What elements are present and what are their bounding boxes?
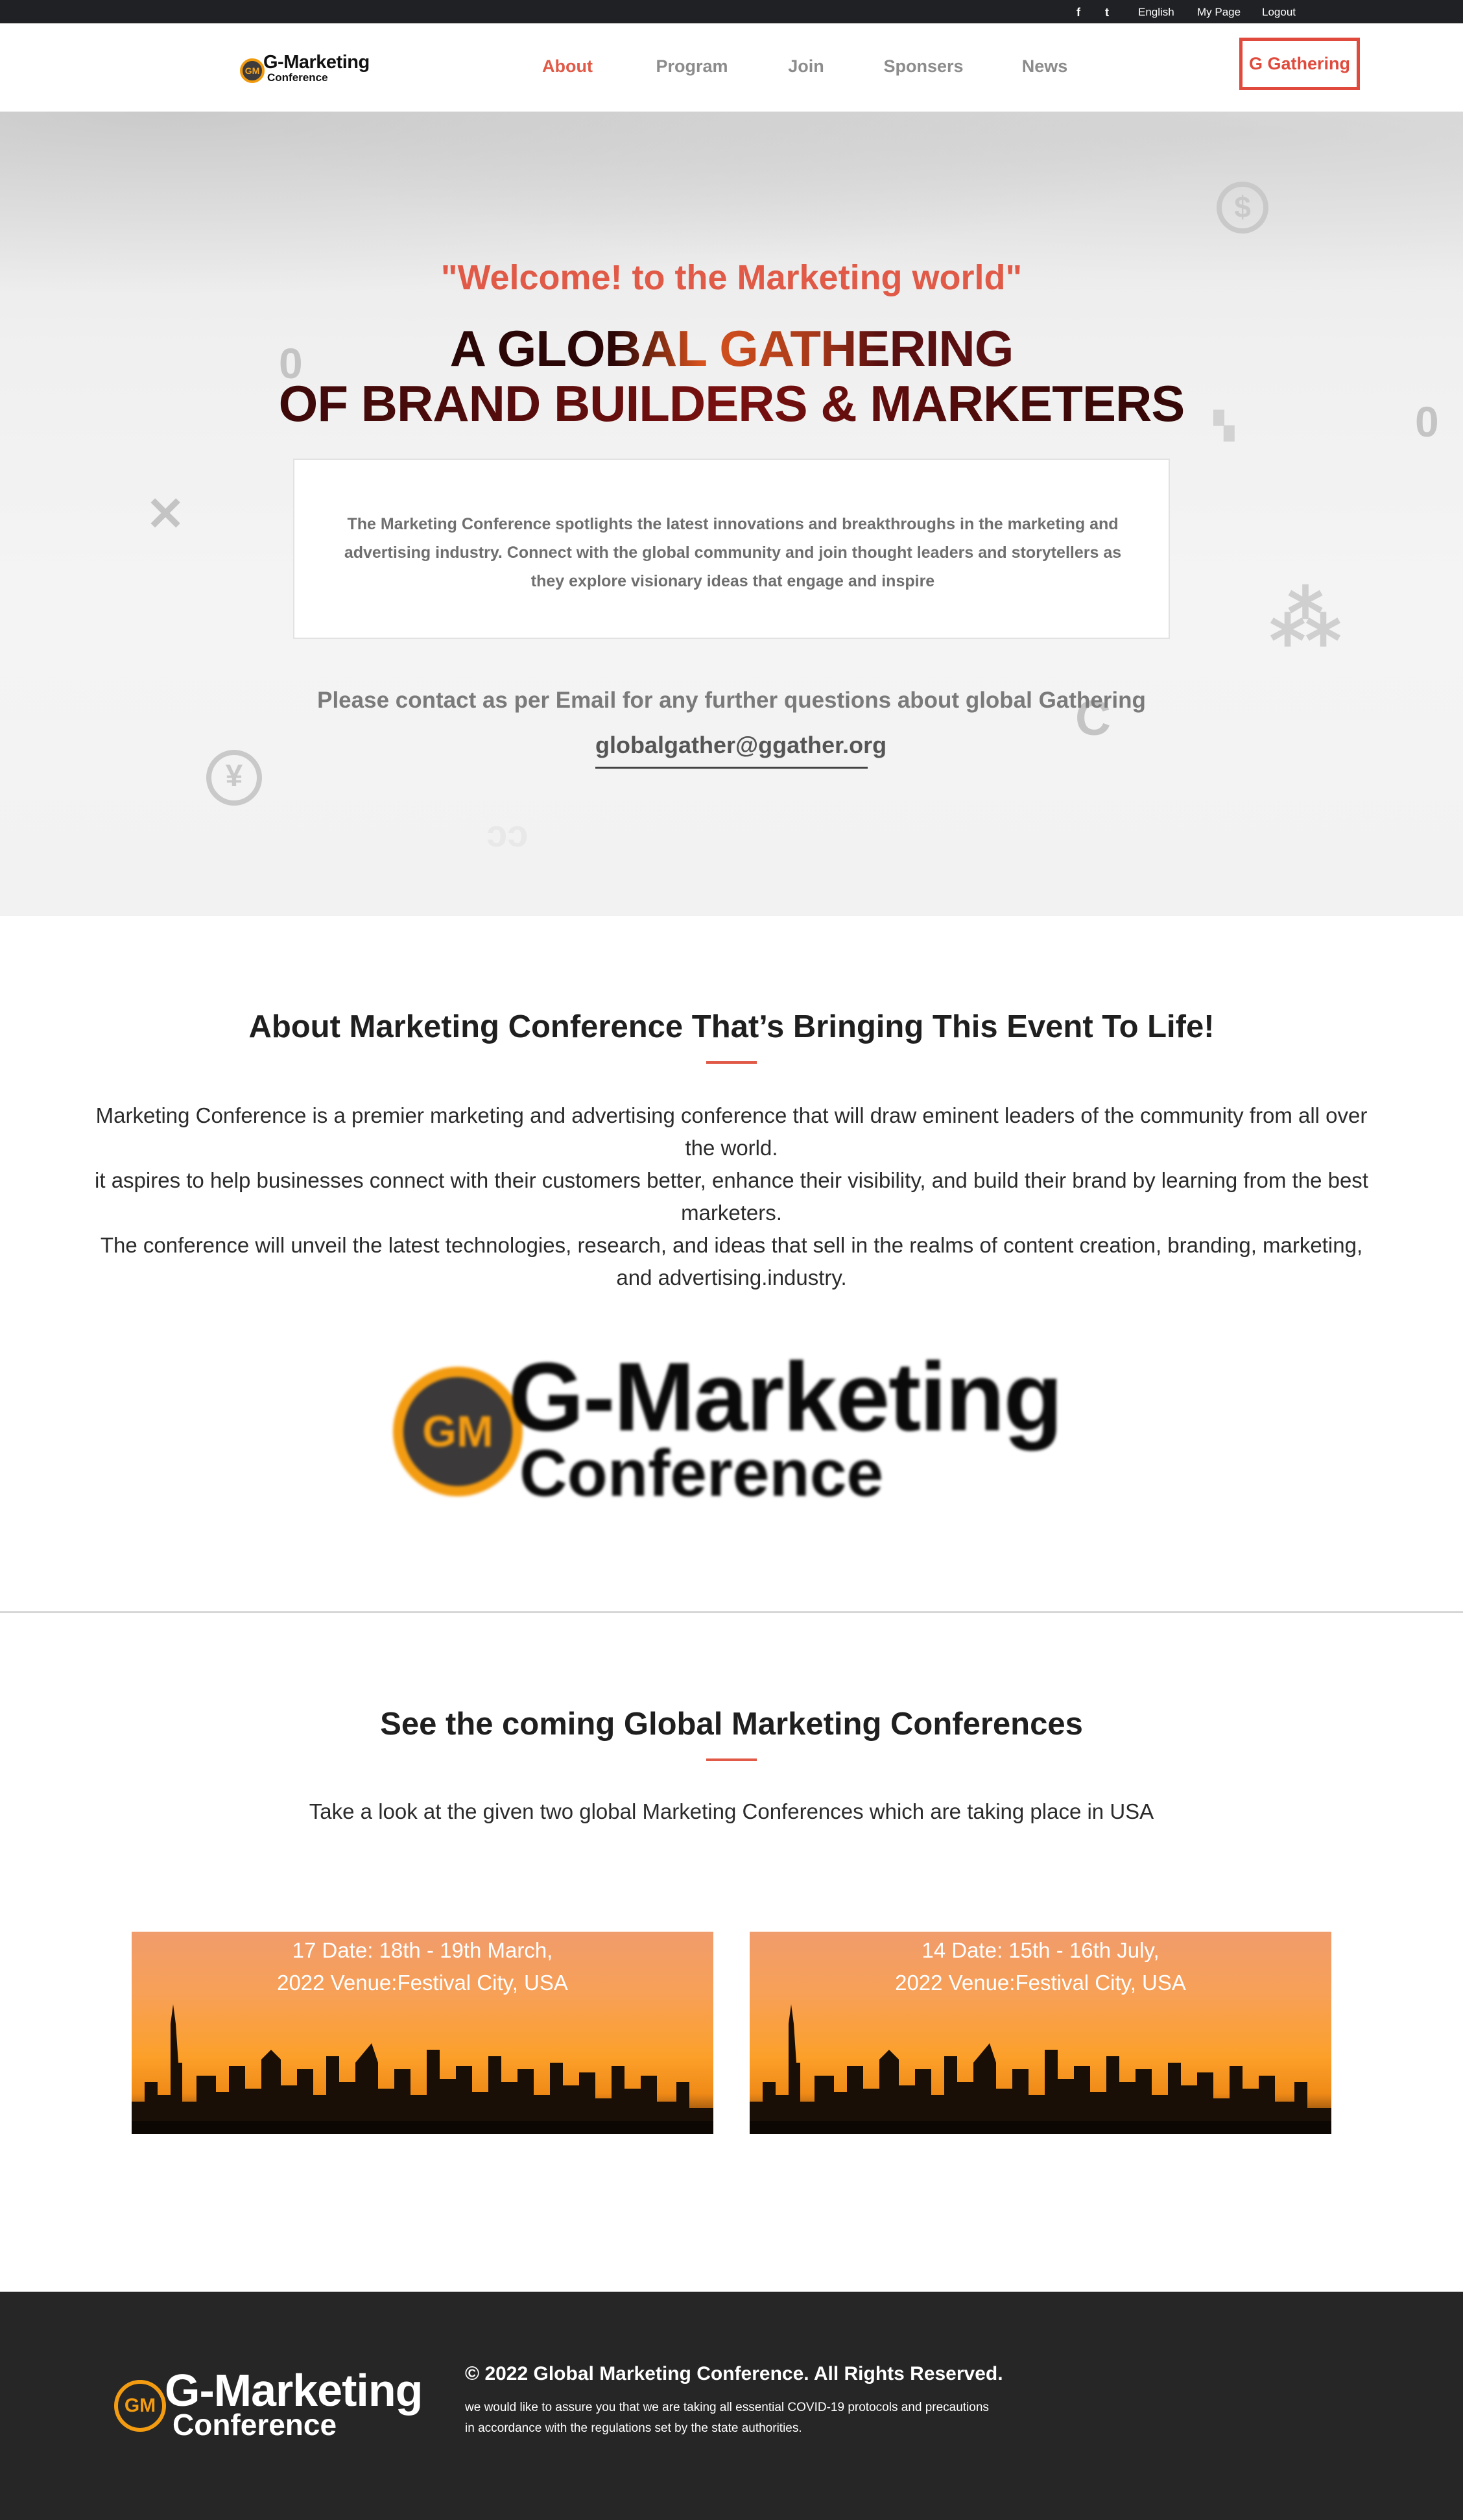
nav-program[interactable]: Program [650, 49, 734, 83]
double-c-icon: ↄↄ [486, 813, 529, 855]
nav-sponsers[interactable]: Sponsers [878, 49, 969, 83]
covid-note: we would like to assure you that we are … [465, 2397, 1049, 2439]
conference-logo-image: GM G-Marketing Conference [393, 1342, 1087, 1511]
top-utility-bar: f t English My Page Logout [0, 0, 1463, 23]
event-card-1-date: 17 Date: 18th - 19th March, [292, 1938, 553, 1962]
city-skyline-image-2 [750, 2004, 1331, 2134]
event-card-2[interactable]: 14 Date: 15th - 16th July, 2022 Venue:Fe… [750, 1932, 1331, 2134]
copyright-text: © 2022 Global Marketing Conference. All … [465, 2363, 1003, 2384]
logout-link[interactable]: Logout [1262, 0, 1296, 23]
dollar-coin-icon: $ [1217, 182, 1268, 234]
logo-subtitle-large: Conference [519, 1436, 884, 1510]
event-card-1-venue: 2022 Venue:Festival City, USA [277, 1971, 568, 1995]
contact-email-link[interactable]: globalgather@ggather.org [595, 732, 886, 769]
logo-title: G-Marketing [263, 52, 370, 73]
nav-about[interactable]: About [532, 49, 603, 83]
my-page-link[interactable]: My Page [1197, 0, 1241, 23]
twitter-icon[interactable]: t [1105, 0, 1109, 23]
event-card-2-venue: 2022 Venue:Festival City, USA [895, 1971, 1186, 1995]
cross-icon: ✕ [146, 488, 185, 540]
about-paragraph-2: it aspires to help businesses connect wi… [95, 1168, 1368, 1225]
events-subtitle: Take a look at the given two global Mark… [309, 1799, 1154, 1823]
section-divider [0, 1611, 1463, 1613]
gm-logo-icon: GM [240, 58, 265, 83]
event-card-1[interactable]: 17 Date: 18th - 19th March, 2022 Venue:F… [132, 1932, 713, 2134]
event-card-1-caption: 17 Date: 18th - 19th March, 2022 Venue:F… [132, 1934, 713, 1999]
language-link[interactable]: English [1138, 0, 1174, 23]
hero-section: $ 0 0 ✕ ▚ ⁂ ¥ C ↄↄ "Welcome! to the Mark… [0, 112, 1463, 916]
hero-description: The Marketing Conference spotlights the … [344, 515, 1122, 590]
about-title: About Marketing Conference That’s Bringi… [248, 1009, 1215, 1044]
nav-news[interactable]: News [1016, 49, 1074, 83]
gm-logo-icon-footer: GM [114, 2380, 166, 2432]
hero-description-box: The Marketing Conference spotlights the … [293, 459, 1170, 639]
header-logo[interactable]: GM G-Marketing Conference [240, 51, 376, 90]
site-footer: GM G-Marketing Conference © 2022 Global … [0, 2292, 1463, 2520]
contact-text: Please contact as per Email for any furt… [317, 688, 1146, 713]
event-card-2-date: 14 Date: 15th - 16th July, [922, 1938, 1160, 1962]
hero-headline-line-1: A GLOBAL GATHERING [0, 319, 1463, 378]
about-text: Marketing Conference is a premier market… [84, 1099, 1379, 1294]
about-paragraph-3: The conference will unveil the latest te… [100, 1233, 1363, 1290]
events-title-underline [706, 1758, 757, 1761]
footer-logo[interactable]: GM G-Marketing Conference [112, 2364, 436, 2442]
g-gathering-button[interactable]: G Gathering [1239, 38, 1360, 90]
events-title: See the coming Global Marketing Conferen… [380, 1707, 1083, 1742]
yen-coin-icon: ¥ [206, 750, 262, 806]
city-skyline-image [132, 2004, 713, 2134]
welcome-heading: "Welcome! to the Marketing world" [440, 258, 1023, 297]
about-title-underline [706, 1061, 757, 1064]
covid-note-line-2: in accordance with the regulations set b… [465, 2421, 802, 2435]
nav-join[interactable]: Join [778, 49, 834, 83]
footer-logo-subtitle: Conference [172, 2408, 337, 2442]
facebook-icon[interactable]: f [1076, 0, 1080, 23]
gm-logo-icon-large: GM [393, 1367, 523, 1496]
hero-headline-line-2: OF BRAND BUILDERS & MARKETERS [0, 374, 1463, 433]
logo-subtitle: Conference [267, 71, 328, 84]
dotted-diamond-icon: ⁂ [1270, 579, 1341, 659]
site-header: GM G-Marketing Conference About Program … [0, 23, 1463, 112]
about-paragraph-1: Marketing Conference is a premier market… [95, 1103, 1368, 1160]
event-card-2-caption: 14 Date: 15th - 16th July, 2022 Venue:Fe… [750, 1934, 1331, 1999]
covid-note-line-1: we would like to assure you that we are … [465, 2401, 989, 2414]
